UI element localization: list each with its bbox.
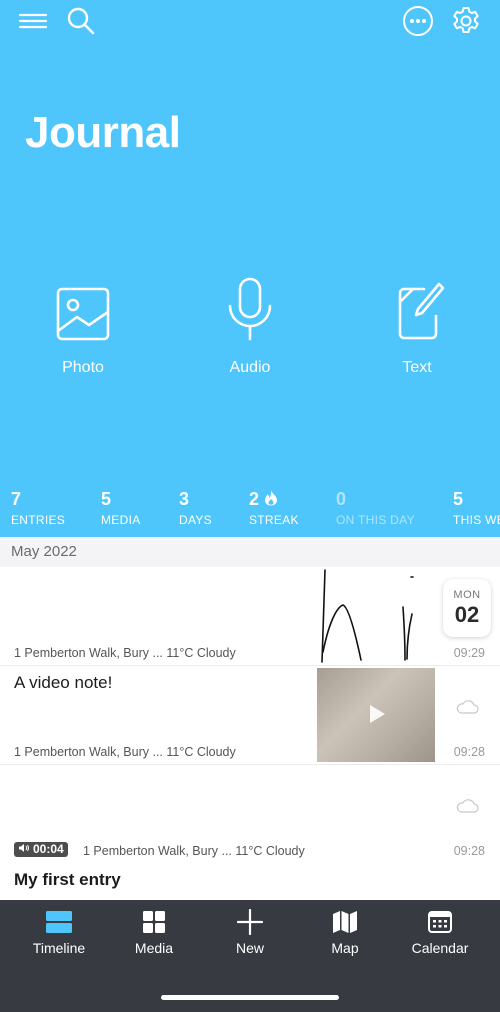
menu-button[interactable] (15, 3, 51, 39)
search-button[interactable] (63, 3, 99, 39)
stat-entries-label: ENTRIES (11, 513, 66, 527)
settings-button[interactable] (448, 3, 484, 39)
date-badge-weekday: MON (453, 589, 481, 601)
microphone-icon (225, 270, 275, 342)
stat-on-this-day[interactable]: 0 ON THIS DAY (336, 488, 415, 528)
entry-time: 09:29 (453, 646, 485, 660)
tab-new-label: New (235, 940, 264, 956)
add-text-label: Text (402, 359, 432, 376)
stat-days[interactable]: 3 DAYS (179, 488, 212, 528)
add-audio-button[interactable]: Audio (190, 270, 310, 380)
audio-duration-badge[interactable]: 00:04 (14, 842, 68, 857)
timeline-icon (46, 910, 72, 934)
entry-meta: 1 Pemberton Walk, Bury ... 11°C Cloudy (14, 745, 236, 759)
tab-media-label: Media (134, 940, 174, 956)
entry-meta: 1 Pemberton Walk, Bury ... 11°C Cloudy (83, 844, 305, 858)
more-icon (402, 5, 434, 37)
search-icon (66, 6, 96, 36)
cloud-icon (455, 700, 479, 719)
entry-meta: 1 Pemberton Walk, Bury ... 11°C Cloudy (14, 646, 236, 660)
stat-on-this-day-label: ON THIS DAY (336, 513, 415, 527)
audio-duration: 00:04 (33, 842, 64, 856)
flame-icon (264, 489, 278, 509)
tab-timeline[interactable]: Timeline (11, 910, 107, 960)
video-thumbnail[interactable] (317, 668, 435, 762)
map-icon (333, 910, 357, 934)
menu-icon (18, 11, 48, 31)
entry-time: 09:28 (453, 745, 485, 759)
photo-icon (55, 270, 111, 342)
page-title: Journal (25, 108, 181, 157)
play-icon (367, 703, 387, 730)
stat-days-value: 3 (179, 489, 190, 509)
home-indicator[interactable] (161, 995, 339, 1000)
more-button[interactable] (400, 3, 436, 39)
speaker-icon (18, 842, 30, 857)
month-label: May 2022 (11, 543, 77, 560)
timeline-entry[interactable]: MON 02 1 Pemberton Walk, Bury ... 11°C C… (0, 567, 500, 666)
add-photo-button[interactable]: Photo (23, 270, 143, 380)
calendar-icon (428, 910, 452, 934)
stat-streak-value: 2 (249, 489, 260, 509)
stat-media-label: MEDIA (101, 513, 141, 527)
plus-icon (237, 909, 263, 935)
journal-header: Journal Photo Audio Text 7 ENTRIES 5 MED… (0, 0, 500, 537)
entry-title: A video note! (14, 673, 113, 692)
month-section-header: May 2022 (0, 537, 500, 567)
stat-media[interactable]: 5 MEDIA (101, 488, 141, 528)
stat-on-this-day-value: 0 (336, 489, 347, 509)
sketch-thumbnail (317, 567, 435, 665)
settings-icon (450, 5, 482, 37)
tab-timeline-label: Timeline (32, 940, 86, 956)
tab-media[interactable]: Media (106, 910, 202, 960)
stat-streak[interactable]: 2 STREAK (249, 488, 299, 528)
tab-calendar[interactable]: Calendar (392, 910, 488, 960)
stat-this-week-label: THIS WE (453, 513, 500, 527)
stat-entries-value: 7 (11, 489, 22, 509)
tab-calendar-label: Calendar (411, 940, 469, 956)
stat-streak-label: STREAK (249, 513, 299, 527)
stat-this-week-value: 5 (453, 489, 464, 509)
timeline-entry[interactable]: 00:04 1 Pemberton Walk, Bury ... 11°C Cl… (0, 765, 500, 900)
date-badge: MON 02 (443, 579, 491, 637)
date-badge-day: 02 (454, 602, 480, 627)
timeline-entry[interactable]: A video note! 1 Pemberton Walk, Bury ...… (0, 666, 500, 765)
compose-icon (386, 270, 448, 342)
entry-time: 09:28 (453, 844, 485, 858)
tab-new[interactable]: New (202, 909, 298, 960)
add-audio-label: Audio (229, 359, 271, 376)
entry-title: My first entry (14, 870, 121, 889)
grid-icon (143, 910, 165, 934)
tab-map[interactable]: Map (297, 910, 393, 960)
stat-streak-number: 2 (249, 488, 299, 510)
stat-days-label: DAYS (179, 513, 212, 527)
cloud-icon (455, 799, 479, 818)
stat-this-week[interactable]: 5 THIS WE (453, 488, 500, 528)
stats-bar: 7 ENTRIES 5 MEDIA 3 DAYS 2 STREAK 0 ON T… (0, 488, 500, 528)
add-photo-label: Photo (62, 359, 104, 376)
tab-map-label: Map (331, 940, 359, 956)
add-text-button[interactable]: Text (357, 270, 477, 380)
stat-entries[interactable]: 7 ENTRIES (11, 488, 65, 528)
stat-media-value: 5 (101, 489, 112, 509)
